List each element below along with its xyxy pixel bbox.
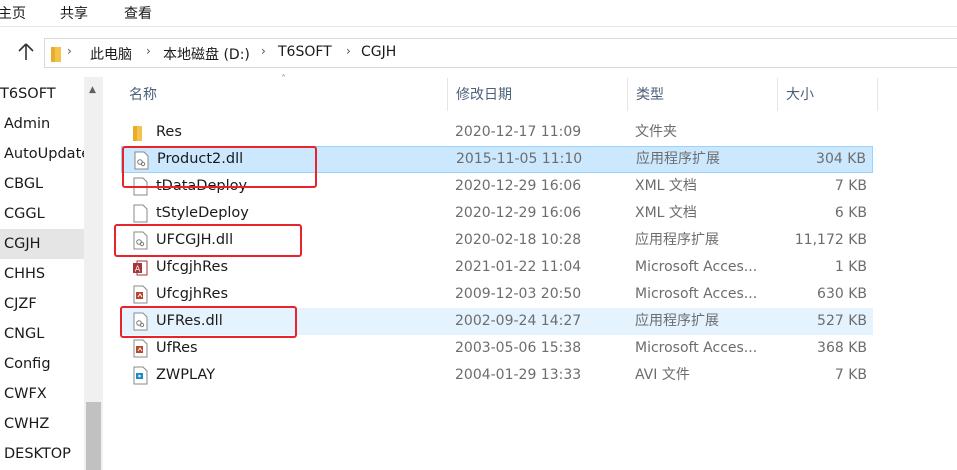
file-name: tStyleDeploy	[156, 205, 249, 221]
address-bar[interactable]: › 此电脑 › 本地磁盘 (D:) › T6SOFT › CGJH	[44, 38, 957, 68]
file-name: ZWPLAY	[156, 367, 216, 383]
column-header-name[interactable]: 名称	[121, 78, 448, 111]
nav-item-cngl[interactable]: CNGL	[0, 319, 84, 349]
file-date: 2002-09-24 14:27	[455, 313, 582, 329]
file-row[interactable]: Res 2020-12-17 11:09 文件夹	[121, 119, 873, 146]
breadcrumb-drive[interactable]: 本地磁盘 (D:)	[163, 44, 250, 64]
file-type: XML 文档	[635, 205, 697, 221]
nav-item-cjzf[interactable]: CJZF	[0, 289, 84, 319]
nav-item-config[interactable]: Config	[0, 349, 84, 379]
file-name: UfcgjhRes	[156, 286, 229, 302]
nav-item-desktop[interactable]: DESKTOP	[0, 439, 84, 469]
nav-item-cggl[interactable]: CGGL	[0, 199, 84, 229]
up-arrow-icon[interactable]	[14, 40, 38, 64]
highlight-box	[114, 224, 302, 257]
nav-item-admin[interactable]: Admin	[0, 109, 84, 139]
nav-item-chhs[interactable]: CHHS	[0, 259, 84, 289]
tab-home[interactable]: 主页	[0, 3, 26, 23]
document-icon	[133, 204, 148, 223]
file-type: 应用程序扩展	[635, 313, 719, 329]
file-date: 2020-12-17 11:09	[455, 124, 582, 140]
scrollbar-thumb[interactable]	[86, 402, 101, 470]
file-date: 2009-12-03 20:50	[455, 286, 582, 302]
file-size: 7 KB	[834, 367, 867, 383]
nav-item-cwhz[interactable]: CWHZ	[0, 409, 84, 439]
breadcrumb-this-pc[interactable]: 此电脑	[90, 44, 132, 64]
file-type: Microsoft Acces...	[635, 340, 758, 356]
file-type: Microsoft Acces...	[635, 286, 758, 302]
nav-item-t6soft[interactable]: T6SOFT	[0, 79, 84, 109]
file-date: 2020-12-29 16:06	[455, 205, 582, 221]
chevron-right-icon: ›	[67, 44, 72, 58]
file-type: 文件夹	[635, 124, 677, 140]
scroll-up-arrow-icon[interactable]: ▲	[89, 85, 96, 95]
file-row[interactable]: UfRes 2003-05-06 15:38 Microsoft Acces..…	[121, 335, 873, 362]
chevron-right-icon[interactable]: ›	[346, 44, 351, 58]
nav-item-cgjh[interactable]: CGJH	[0, 229, 84, 259]
file-size: 7 KB	[834, 178, 867, 194]
file-type: 应用程序扩展	[636, 151, 720, 167]
chevron-right-icon[interactable]: ›	[261, 44, 266, 58]
access-db-icon: A	[133, 260, 148, 276]
highlight-box	[120, 306, 297, 338]
file-size: 6 KB	[834, 205, 867, 221]
nav-scrollbar[interactable]: ▲	[84, 77, 103, 470]
tab-view[interactable]: 查看	[124, 3, 152, 23]
file-row[interactable]: UfcgjhRes 2009-12-03 20:50 Microsoft Acc…	[121, 281, 873, 308]
nav-item-autoupdate[interactable]: AutoUpdate	[0, 139, 84, 169]
file-date: 2020-02-18 10:28	[455, 232, 582, 248]
file-date: 2004-01-29 13:33	[455, 367, 582, 383]
chevron-right-icon[interactable]: ›	[146, 44, 151, 58]
file-type: Microsoft Acces...	[635, 259, 758, 275]
file-size: 1 KB	[834, 259, 867, 275]
file-type: AVI 文件	[635, 367, 690, 383]
file-row[interactable]: tStyleDeploy 2020-12-29 16:06 XML 文档 6 K…	[121, 200, 873, 227]
file-date: 2021-01-22 11:04	[455, 259, 582, 275]
nav-item-cbgl[interactable]: CBGL	[0, 169, 84, 199]
svg-text:A: A	[135, 265, 141, 274]
highlight-box	[122, 146, 317, 188]
file-size: 630 KB	[817, 286, 867, 302]
file-date: 2003-05-06 15:38	[455, 340, 582, 356]
file-row[interactable]: A UfcgjhRes 2021-01-22 11:04 Microsoft A…	[121, 254, 873, 281]
breadcrumb-cgjh[interactable]: CGJH	[361, 44, 396, 60]
column-header-date[interactable]: 修改日期	[448, 78, 628, 111]
video-file-icon	[133, 366, 148, 385]
folder-icon	[133, 126, 142, 141]
navigation-pane: T6SOFT Admin AutoUpdate CBGL CGGL CGJH C…	[0, 77, 103, 470]
file-date: 2015-11-05 11:10	[456, 151, 583, 167]
tab-share[interactable]: 共享	[60, 3, 88, 23]
file-name: UfRes	[156, 340, 198, 356]
breadcrumb-t6soft[interactable]: T6SOFT	[278, 44, 332, 60]
file-type: 应用程序扩展	[635, 232, 719, 248]
column-header-type[interactable]: 类型	[628, 78, 778, 111]
ribbon-tabs: 主页 共享 查看	[0, 0, 957, 27]
column-header-size[interactable]: 大小	[778, 78, 878, 111]
nav-item-cwfx[interactable]: CWFX	[0, 379, 84, 409]
file-size: 304 KB	[816, 151, 866, 167]
access-db-file-icon	[133, 285, 148, 304]
file-size: 11,172 KB	[794, 232, 867, 248]
file-name: Res	[156, 124, 182, 140]
file-size: 527 KB	[817, 313, 867, 329]
access-db-file-icon	[133, 339, 148, 358]
file-size: 368 KB	[817, 340, 867, 356]
folder-icon	[51, 47, 61, 62]
file-row[interactable]: ZWPLAY 2004-01-29 13:33 AVI 文件 7 KB	[121, 362, 873, 389]
file-date: 2020-12-29 16:06	[455, 178, 582, 194]
address-row: › 此电脑 › 本地磁盘 (D:) › T6SOFT › CGJH	[0, 27, 957, 77]
file-name: UfcgjhRes	[156, 259, 229, 275]
file-type: XML 文档	[635, 178, 697, 194]
